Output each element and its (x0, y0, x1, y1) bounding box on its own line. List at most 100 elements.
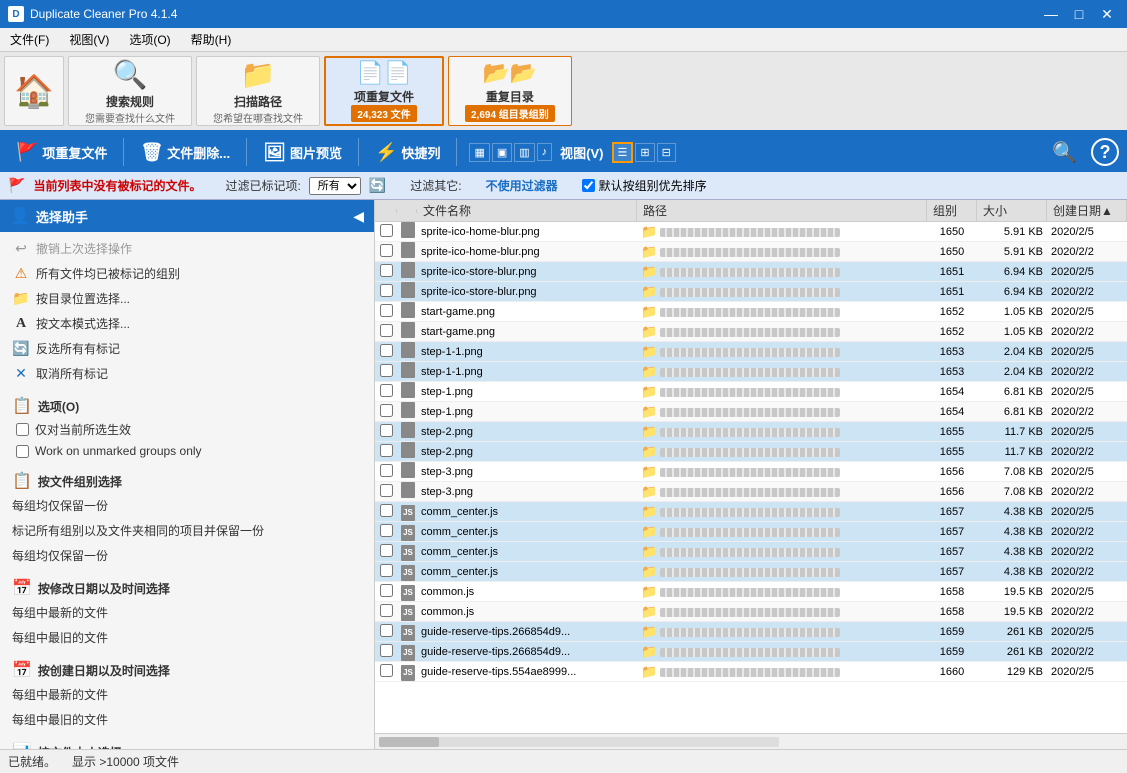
modify-newest[interactable]: 每组中最新的文件 (0, 600, 374, 625)
menu-help[interactable]: 帮助(H) (181, 29, 242, 50)
menu-file[interactable]: 文件(F) (0, 29, 59, 50)
left-item-undo[interactable]: ↩ 撤销上次选择操作 (0, 236, 374, 261)
row-checkbox-cell[interactable] (375, 224, 397, 240)
row-checkbox[interactable] (380, 644, 393, 657)
table-row[interactable]: start-game.png📁16521.05 KB2020/2/5 (375, 302, 1127, 322)
row-checkbox[interactable] (380, 304, 393, 317)
row-checkbox-cell[interactable] (375, 364, 397, 380)
table-row[interactable]: sprite-ico-home-blur.png📁16505.91 KB2020… (375, 222, 1127, 242)
row-checkbox[interactable] (380, 664, 393, 677)
table-body[interactable]: sprite-ico-home-blur.png📁16505.91 KB2020… (375, 222, 1127, 733)
table-row[interactable]: JSguide-reserve-tips.554ae8999...📁166012… (375, 662, 1127, 682)
row-checkbox[interactable] (380, 364, 393, 377)
row-checkbox-cell[interactable] (375, 424, 397, 440)
group-keep-one[interactable]: 每组均仅保留一份 (0, 493, 374, 518)
row-checkbox-cell[interactable] (375, 264, 397, 280)
table-row[interactable]: step-2.png📁165511.7 KB2020/2/2 (375, 442, 1127, 462)
table-row[interactable]: step-1-1.png📁16532.04 KB2020/2/5 (375, 342, 1127, 362)
action-delete[interactable]: 🗑 文件删除... (132, 138, 238, 167)
close-button[interactable]: ✕ (1095, 4, 1119, 24)
table-row[interactable]: start-game.png📁16521.05 KB2020/2/2 (375, 322, 1127, 342)
action-preview[interactable]: 🖼 图片预览 (255, 138, 350, 167)
row-checkbox-cell[interactable] (375, 504, 397, 520)
row-checkbox[interactable] (380, 444, 393, 457)
checkbox-current-only[interactable]: 仅对当前所选生效 (0, 418, 374, 441)
view-btn-grid1[interactable]: ▦ (469, 143, 489, 162)
col-date[interactable]: 创建日期▲ (1047, 200, 1127, 221)
row-checkbox[interactable] (380, 244, 393, 257)
table-row[interactable]: step-2.png📁165511.7 KB2020/2/5 (375, 422, 1127, 442)
row-checkbox[interactable] (380, 464, 393, 477)
row-checkbox[interactable] (380, 484, 393, 497)
col-path[interactable]: 路径 (637, 200, 927, 221)
table-row[interactable]: JSguide-reserve-tips.266854d9...📁1659261… (375, 642, 1127, 662)
row-checkbox-cell[interactable] (375, 404, 397, 420)
row-checkbox[interactable] (380, 584, 393, 597)
view-btn-detail[interactable]: ⊞ (635, 143, 654, 162)
col-group[interactable]: 组别 (927, 200, 977, 221)
table-row[interactable]: JScomm_center.js📁16574.38 KB2020/2/5 (375, 502, 1127, 522)
left-item-deselect[interactable]: ✕ 取消所有标记 (0, 361, 374, 386)
table-row[interactable]: JScommon.js📁165819.5 KB2020/2/2 (375, 602, 1127, 622)
left-item-invert[interactable]: 🔄 反选所有有标记 (0, 336, 374, 361)
row-checkbox-cell[interactable] (375, 524, 397, 540)
created-newest[interactable]: 每组中最新的文件 (0, 682, 374, 707)
left-item-all-groups[interactable]: ⚠ 所有文件均已被标记的组别 (0, 261, 374, 286)
table-row[interactable]: sprite-ico-store-blur.png📁16516.94 KB202… (375, 282, 1127, 302)
col-check[interactable] (375, 209, 397, 213)
row-checkbox[interactable] (380, 624, 393, 637)
left-item-by-dir[interactable]: 📁 按目录位置选择... (0, 286, 374, 311)
view-btn-grid3[interactable]: ▥ (514, 143, 534, 162)
row-checkbox[interactable] (380, 344, 393, 357)
row-checkbox[interactable] (380, 564, 393, 577)
row-checkbox[interactable] (380, 604, 393, 617)
table-row[interactable]: JScomm_center.js📁16574.38 KB2020/2/2 (375, 542, 1127, 562)
horizontal-scrollbar[interactable] (375, 733, 1127, 749)
row-checkbox[interactable] (380, 424, 393, 437)
maximize-button[interactable]: □ (1067, 4, 1091, 24)
row-checkbox[interactable] (380, 284, 393, 297)
table-row[interactable]: JSguide-reserve-tips.266854d9...📁1659261… (375, 622, 1127, 642)
view-btn-list[interactable]: ☰ (612, 142, 634, 163)
table-row[interactable]: step-1.png📁16546.81 KB2020/2/5 (375, 382, 1127, 402)
table-row[interactable]: step-1-1.png📁16532.04 KB2020/2/2 (375, 362, 1127, 382)
sort-by-group-checkbox[interactable] (582, 179, 595, 192)
group-keep-one-2[interactable]: 每组均仅保留一份 (0, 543, 374, 568)
action-flag[interactable]: 🚩 项重复文件 (8, 138, 115, 167)
toolbar-home[interactable]: 🏠 (4, 56, 64, 126)
table-row[interactable]: step-3.png📁16567.08 KB2020/2/2 (375, 482, 1127, 502)
row-checkbox-cell[interactable] (375, 664, 397, 680)
row-checkbox-cell[interactable] (375, 564, 397, 580)
toolbar-duplicate-files[interactable]: 📄📄 项重复文件 24,323 文件 (324, 56, 444, 126)
row-checkbox-cell[interactable] (375, 624, 397, 640)
view-btn-thumb[interactable]: ⊟ (657, 143, 676, 162)
table-row[interactable]: JScomm_center.js📁16574.38 KB2020/2/2 (375, 522, 1127, 542)
created-oldest[interactable]: 每组中最旧的文件 (0, 707, 374, 732)
checkbox-work-unmarked[interactable]: Work on unmarked groups only (0, 441, 374, 461)
modify-oldest[interactable]: 每组中最旧的文件 (0, 625, 374, 650)
row-checkbox-cell[interactable] (375, 344, 397, 360)
row-checkbox[interactable] (380, 504, 393, 517)
table-row[interactable]: JScommon.js📁165819.5 KB2020/2/5 (375, 582, 1127, 602)
current-only-input[interactable] (16, 423, 29, 436)
row-checkbox-cell[interactable] (375, 304, 397, 320)
minimize-button[interactable]: — (1039, 4, 1063, 24)
table-row[interactable]: step-3.png📁16567.08 KB2020/2/5 (375, 462, 1127, 482)
menu-options[interactable]: 选项(O) (119, 29, 180, 50)
row-checkbox[interactable] (380, 384, 393, 397)
toolbar-duplicate-dir[interactable]: 📂📂 重复目录 2,694 组目录组别 (448, 56, 572, 126)
row-checkbox[interactable] (380, 544, 393, 557)
row-checkbox[interactable] (380, 264, 393, 277)
row-checkbox-cell[interactable] (375, 324, 397, 340)
col-filename[interactable]: 文件名称 (417, 200, 637, 221)
table-row[interactable]: sprite-ico-home-blur.png📁16505.91 KB2020… (375, 242, 1127, 262)
table-row[interactable]: step-1.png📁16546.81 KB2020/2/2 (375, 402, 1127, 422)
action-search[interactable]: 🔍 (1044, 136, 1085, 169)
view-btn-music[interactable]: ♪ (537, 143, 553, 161)
sort-by-group-checkbox-label[interactable]: 默认按组别优先排序 (582, 177, 707, 194)
row-checkbox-cell[interactable] (375, 464, 397, 480)
row-checkbox-cell[interactable] (375, 544, 397, 560)
table-row[interactable]: sprite-ico-store-blur.png📁16516.94 KB202… (375, 262, 1127, 282)
row-checkbox-cell[interactable] (375, 644, 397, 660)
row-checkbox-cell[interactable] (375, 484, 397, 500)
